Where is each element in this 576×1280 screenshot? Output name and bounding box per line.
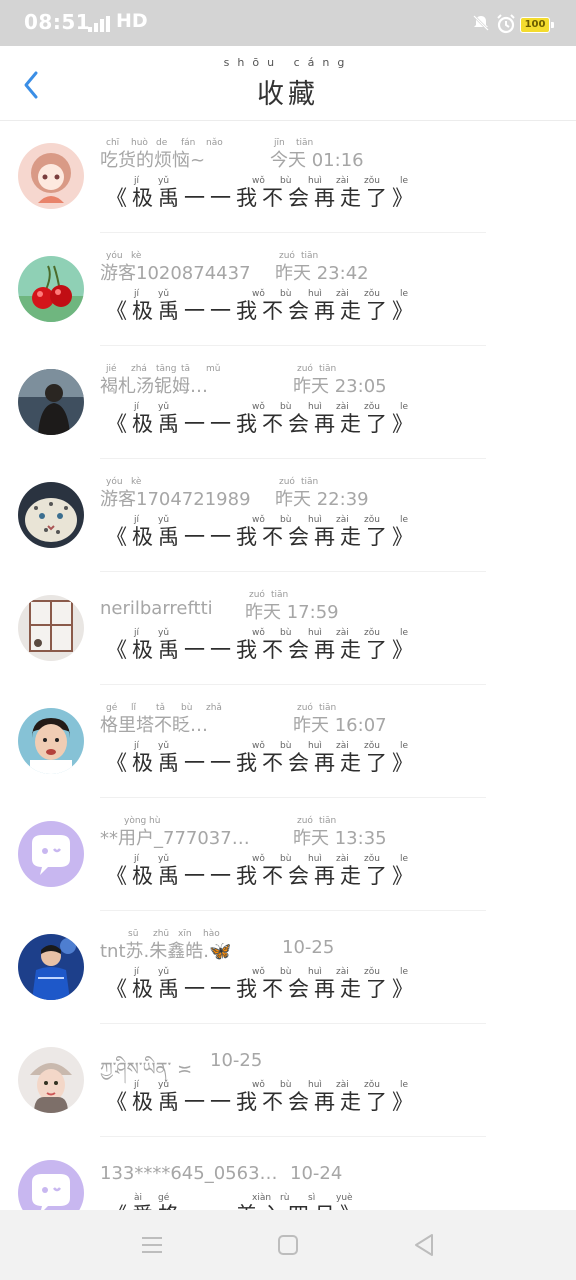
- user-name[interactable]: 133****645_0563…: [100, 1163, 278, 1184]
- timestamp: 昨天 22:39: [275, 489, 369, 510]
- alarm-icon: [496, 14, 516, 38]
- avatar[interactable]: [18, 821, 84, 887]
- timestamp: 10-25: [282, 937, 335, 958]
- avatar[interactable]: [18, 1160, 84, 1210]
- user-name[interactable]: tnt苏.朱鑫皓.🦋: [100, 937, 231, 963]
- name-line: **用户_777037… 昨天 13:35: [100, 824, 570, 850]
- name-line: 游客1704721989 昨天 22:39: [100, 485, 570, 511]
- status-time: 08:51: [24, 10, 91, 34]
- list-item[interactable]: sū zhū xīn hào tnt苏.朱鑫皓.🦋 10-25 jí yǔ wǒ bù huì zài…: [0, 911, 576, 1024]
- name-line: nerilbarreftti 昨天 17:59: [100, 598, 570, 623]
- timestamp: 10-25: [210, 1050, 263, 1071]
- avatar[interactable]: [18, 1047, 84, 1113]
- timestamp: 10-24: [290, 1163, 343, 1184]
- user-name[interactable]: 游客1020874437: [100, 259, 251, 285]
- name-line: 吃货的烦恼~ 今天 01:16: [100, 146, 570, 172]
- message-preview[interactable]: 《极禹一一我不会再走了》: [106, 182, 418, 212]
- favorites-list: chī huò de fán nǎo jīn tiān 吃货的烦恼~ 今天 01:16 jí yǔ w…: [0, 120, 576, 1210]
- avatar[interactable]: [18, 369, 84, 435]
- status-bar: 08:51 HD 100: [0, 0, 576, 46]
- timestamp: 今天 01:16: [270, 150, 364, 171]
- timestamp: 昨天 16:07: [293, 715, 387, 736]
- name-line: 游客1020874437 昨天 23:42: [100, 259, 570, 285]
- list-item[interactable]: gé lǐ tǎ bù zhǎ zuó tiān 格里塔不眨… 昨天 16:07 jí yǔ wǒ bù…: [0, 685, 576, 798]
- back-nav-button[interactable]: [411, 1232, 437, 1258]
- name-line: ཀྱ་ཤིས་ཡིན་ ≍ 10-25: [100, 1050, 570, 1080]
- menu-button[interactable]: [139, 1232, 165, 1258]
- avatar[interactable]: [18, 482, 84, 548]
- avatar[interactable]: [18, 708, 84, 774]
- home-button[interactable]: [275, 1232, 301, 1258]
- list-item[interactable]: yóu kè zuó tiān 游客1704721989 昨天 22:39 jí yǔ wǒ bù…: [0, 459, 576, 572]
- signal-icon: [88, 16, 112, 36]
- user-name[interactable]: 游客1704721989: [100, 485, 251, 511]
- list-item[interactable]: yòng hù zuó tiān **用户_777037… 昨天 13:35 jí yǔ wǒ b…: [0, 798, 576, 911]
- mute-icon: [472, 14, 490, 36]
- user-name[interactable]: 吃货的烦恼~: [100, 146, 205, 172]
- back-triangle-icon: [415, 1234, 433, 1256]
- avatar[interactable]: [18, 934, 84, 1000]
- list-item[interactable]: zuó tiān nerilbarreftti 昨天 17:59 jí yǔ wǒ bù huì…: [0, 572, 576, 685]
- menu-icon: [142, 1237, 162, 1253]
- message-preview[interactable]: 《极禹一一我不会再走了》: [106, 295, 418, 325]
- name-line: 褐札汤铌姆… 昨天 23:05: [100, 372, 570, 398]
- timestamp: 昨天 23:05: [293, 376, 387, 397]
- navigation-bar: [0, 1210, 576, 1280]
- timestamp: 昨天 13:35: [293, 828, 387, 849]
- network-label: HD: [116, 10, 148, 32]
- message-preview[interactable]: 《爱格一一美入四月》: [106, 1199, 366, 1210]
- list-item[interactable]: 133****645_0563…10-24àigéxiànrùsìyuè《爱格一…: [0, 1137, 576, 1210]
- avatar[interactable]: [18, 143, 84, 209]
- home-icon: [278, 1235, 298, 1255]
- avatar[interactable]: [18, 595, 84, 661]
- timestamp: 昨天 17:59: [245, 602, 339, 623]
- page-title: 收藏: [257, 79, 319, 110]
- battery-icon: 100: [520, 17, 554, 33]
- user-name[interactable]: **用户_777037…: [100, 824, 250, 850]
- timestamp: 昨天 23:42: [275, 263, 369, 284]
- message-preview[interactable]: 《极禹一一我不会再走了》: [106, 1086, 418, 1116]
- user-name[interactable]: nerilbarreftti: [100, 598, 213, 619]
- list-item[interactable]: jié zhá tāng tā mǔ zuó tiān 褐札汤铌姆… 昨天 23:05 jí yǔ w…: [0, 346, 576, 459]
- list-item[interactable]: chī huò de fán nǎo jīn tiān 吃货的烦恼~ 今天 01:16 jí yǔ w…: [0, 120, 576, 233]
- user-name[interactable]: 褐札汤铌姆…: [100, 372, 208, 398]
- message-preview[interactable]: 《极禹一一我不会再走了》: [106, 747, 418, 777]
- list-item[interactable]: ཀྱ་ཤིས་ཡིན་ ≍ 10-25 jí yǔ wǒ bù huì zài zǒu le 《极禹…: [0, 1024, 576, 1137]
- avatar[interactable]: [18, 256, 84, 322]
- message-preview[interactable]: 《极禹一一我不会再走了》: [106, 634, 418, 664]
- message-preview[interactable]: 《极禹一一我不会再走了》: [106, 973, 418, 1003]
- page-title-ruby: shōu cáng: [223, 56, 353, 69]
- message-preview[interactable]: 《极禹一一我不会再走了》: [106, 408, 418, 438]
- header: shōu cáng 收藏: [0, 46, 576, 121]
- list-item[interactable]: yóu kè zuó tiān 游客1020874437 昨天 23:42 jí yǔ wǒ bù…: [0, 233, 576, 346]
- message-preview[interactable]: 《极禹一一我不会再走了》: [106, 521, 418, 551]
- user-name[interactable]: 格里塔不眨…: [100, 711, 208, 737]
- name-line: 133****645_0563… 10-24: [100, 1163, 570, 1187]
- name-line: tnt苏.朱鑫皓.🦋 10-25: [100, 937, 570, 963]
- name-line: 格里塔不眨… 昨天 16:07: [100, 711, 570, 737]
- message-preview[interactable]: 《极禹一一我不会再走了》: [106, 860, 418, 890]
